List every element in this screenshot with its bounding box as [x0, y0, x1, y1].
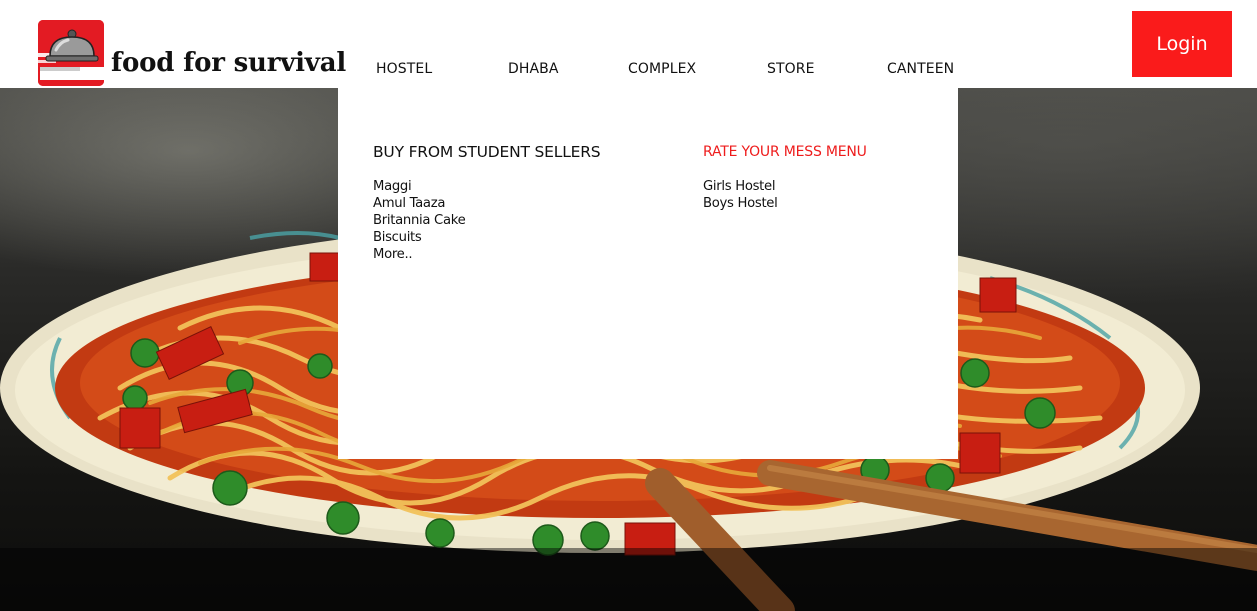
hostel-dropdown-menu: BUY FROM STUDENT SELLERS Maggi Amul Taaz… [338, 88, 958, 459]
menu-link-amul-taaza[interactable]: Amul Taaza [373, 195, 465, 212]
cloche-icon [38, 20, 104, 86]
menu-link-boys-hostel[interactable]: Boys Hostel [703, 195, 778, 212]
hostel-list: Girls Hostel Boys Hostel [703, 178, 778, 212]
menu-link-britannia-cake[interactable]: Britannia Cake [373, 212, 466, 229]
logo[interactable] [38, 20, 104, 86]
brand-name[interactable]: food for survival [111, 50, 346, 76]
nav-item-complex[interactable]: COMPLEX [628, 61, 696, 77]
nav-item-dhaba[interactable]: DHABA [508, 61, 559, 77]
login-button[interactable]: Login [1132, 11, 1232, 77]
nav-item-store[interactable]: STORE [767, 61, 815, 77]
menu-link-girls-hostel[interactable]: Girls Hostel [703, 178, 778, 195]
nav-item-hostel[interactable]: HOSTEL [376, 61, 432, 77]
menu-link-biscuits[interactable]: Biscuits [373, 229, 465, 246]
seller-items-list: Maggi Amul Taaza Britannia Cake Biscuits… [373, 178, 466, 263]
menu-link-maggi[interactable]: Maggi [373, 178, 465, 195]
site-header: food for survival HOSTEL DHABA COMPLEX S… [0, 0, 1257, 88]
buy-from-sellers-heading[interactable]: BUY FROM STUDENT SELLERS [373, 143, 601, 161]
menu-link-more[interactable]: More.. [373, 246, 465, 263]
nav-item-canteen[interactable]: CANTEEN [887, 61, 954, 77]
rate-mess-menu-heading[interactable]: RATE YOUR MESS MENU [703, 144, 867, 160]
